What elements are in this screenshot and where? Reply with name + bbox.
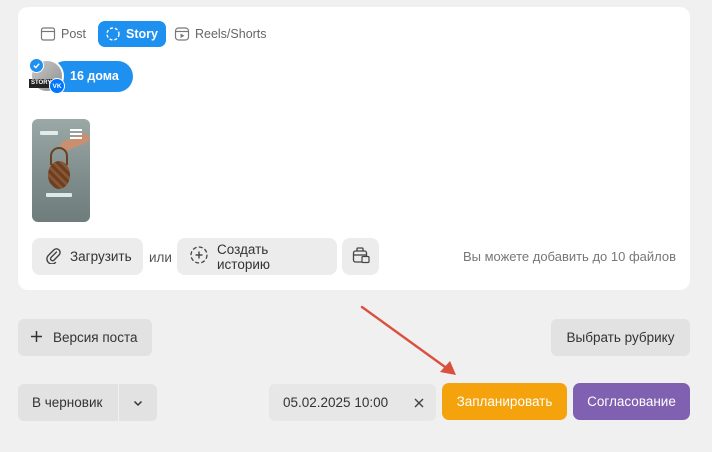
chevron-down-icon[interactable]	[119, 397, 157, 409]
arrow-annotation-icon	[360, 305, 456, 375]
story-icon	[105, 26, 121, 42]
vk-icon: VK	[49, 78, 65, 94]
plus-icon	[30, 330, 43, 346]
tab-post-label: Post	[61, 27, 87, 41]
media-thumbnail[interactable]	[32, 119, 90, 222]
schedule-date-field[interactable]: 05.02.2025 10:00	[269, 384, 436, 421]
tab-reels-label: Reels/Shorts	[194, 27, 267, 41]
tab-story-label: Story	[126, 27, 158, 41]
draft-select-value: В черновик	[32, 395, 103, 410]
draft-status-select[interactable]: В черновик	[18, 384, 157, 421]
post-editor-card: Post Story Reels/Shorts STORY VK 16 дома	[18, 7, 690, 290]
menu-icon[interactable]	[70, 129, 82, 141]
account-avatar-wrap: STORY VK	[29, 58, 65, 94]
close-icon[interactable]	[402, 398, 436, 408]
post-type-tabs: Post Story Reels/Shorts	[38, 21, 273, 47]
create-story-label: Создать историю	[217, 241, 271, 272]
schedule-button[interactable]: Запланировать	[442, 383, 567, 420]
tab-post[interactable]: Post	[38, 21, 92, 47]
thumb-caption-bottom	[46, 193, 72, 197]
create-story-icon	[189, 245, 209, 268]
upload-button[interactable]: Загрузить	[32, 238, 143, 275]
thumb-bag	[48, 161, 70, 189]
choose-rubric-label: Выбрать рубрику	[566, 330, 675, 345]
or-label: или	[149, 250, 172, 265]
reels-icon	[174, 26, 190, 42]
choose-rubric-button[interactable]: Выбрать рубрику	[551, 319, 690, 356]
upload-label: Загрузить	[70, 249, 132, 264]
thumb-caption-top	[40, 131, 58, 135]
files-limit-hint: Вы можете добавить до 10 файлов	[462, 249, 676, 264]
post-version-button[interactable]: Версия поста	[18, 319, 152, 356]
schedule-date-value[interactable]: 05.02.2025 10:00	[269, 395, 402, 410]
tab-story[interactable]: Story	[98, 21, 166, 47]
post-icon	[40, 26, 56, 42]
tab-reels-shorts[interactable]: Reels/Shorts	[172, 21, 273, 47]
paperclip-icon	[44, 246, 62, 267]
check-icon	[29, 58, 44, 73]
media-library-button[interactable]	[342, 238, 379, 275]
approval-button[interactable]: Согласование	[573, 383, 690, 420]
media-library-icon	[351, 245, 371, 268]
post-version-label: Версия поста	[53, 330, 138, 345]
create-story-button[interactable]: Создать историю	[177, 238, 337, 275]
selected-account[interactable]: STORY VK 16 дома	[29, 58, 133, 94]
